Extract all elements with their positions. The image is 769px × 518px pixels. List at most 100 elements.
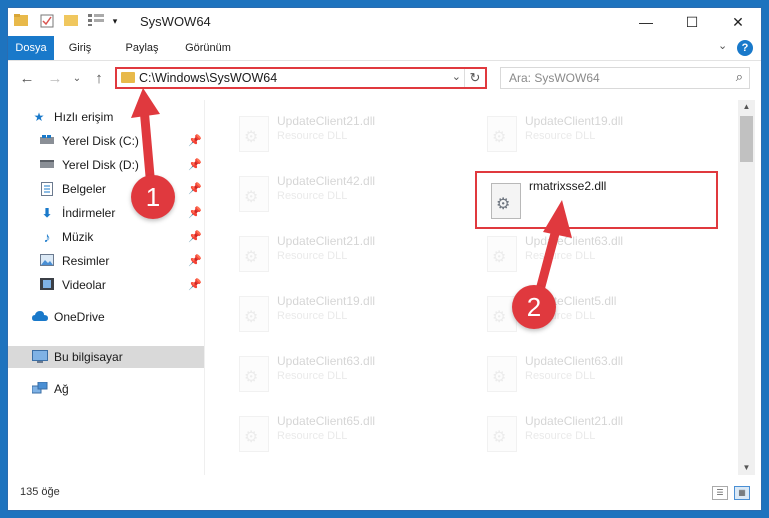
sidebar-item-network[interactable]: Ağ xyxy=(8,378,204,400)
pin-icon[interactable]: 📌 xyxy=(188,274,202,296)
vertical-scrollbar[interactable]: ▲ ▼ xyxy=(738,100,755,475)
title-bar: ▾ SysWOW64 — ☐ ✕ xyxy=(8,8,761,36)
pin-icon[interactable]: 📌 xyxy=(188,178,202,200)
file-description: Resource DLL xyxy=(525,130,596,142)
sidebar-item-music[interactable]: ♪ Müzik 📌 xyxy=(8,226,204,248)
cloud-icon xyxy=(32,310,48,324)
folder-icon xyxy=(14,14,28,28)
file-item[interactable]: ⚙ UpdateClient21.dll Resource DLL xyxy=(205,228,445,278)
file-item[interactable]: ⚙ UpdateClient63.dll Resource DLL xyxy=(205,348,445,398)
sidebar-item-this-pc[interactable]: Bu bilgisayar xyxy=(8,346,204,368)
sidebar-item-label: Belgeler xyxy=(62,182,107,196)
dll-file-icon: ⚙ xyxy=(239,296,269,332)
dll-file-icon: ⚙ xyxy=(487,236,517,272)
dll-file-icon: ⚙ xyxy=(239,236,269,272)
tab-view[interactable]: Görünüm xyxy=(180,36,236,60)
address-bar[interactable]: C:\Windows\SysWOW64 ⌄ ↻ xyxy=(115,67,487,89)
sidebar-item-label: Videolar xyxy=(62,278,106,292)
scroll-down-icon[interactable]: ▼ xyxy=(738,461,755,475)
pin-icon[interactable]: 📌 xyxy=(188,154,202,176)
search-input[interactable]: Ara: SysWOW64 ⌕ xyxy=(500,67,750,89)
pin-icon[interactable]: 📌 xyxy=(188,250,202,272)
file-description: Resource DLL xyxy=(277,250,348,262)
maximize-button[interactable]: ☐ xyxy=(669,8,715,36)
recent-locations-button[interactable]: ⌄ xyxy=(66,69,88,89)
tab-file[interactable]: Dosya xyxy=(8,36,54,60)
download-icon: ⬇ xyxy=(41,206,53,220)
dll-file-icon: ⚙ xyxy=(487,416,517,452)
file-name: UpdateClient19.dll xyxy=(277,294,376,308)
new-folder-icon[interactable] xyxy=(64,14,78,28)
sidebar-item-videos[interactable]: Videolar 📌 xyxy=(8,274,204,296)
dll-file-icon: ⚙ xyxy=(239,176,269,212)
computer-icon xyxy=(32,350,48,364)
customize-toolbar-icon[interactable]: ▾ xyxy=(108,14,122,28)
refresh-button[interactable]: ↻ xyxy=(464,69,485,87)
forward-button[interactable]: → xyxy=(44,69,66,89)
close-button[interactable]: ✕ xyxy=(715,8,761,36)
properties-icon[interactable] xyxy=(40,14,54,28)
sidebar-item-label: Müzik xyxy=(62,230,94,244)
sidebar-item-disk-d[interactable]: Yerel Disk (D:) 📌 xyxy=(8,154,204,176)
pin-icon[interactable]: 📌 xyxy=(188,130,202,152)
step-1-badge: 1 xyxy=(131,175,175,219)
details-view-icon[interactable]: ☰ xyxy=(712,486,728,500)
pictures-icon xyxy=(40,254,54,268)
file-description: Resource DLL xyxy=(277,430,348,442)
view-options-icon[interactable] xyxy=(88,14,104,28)
back-button[interactable]: ← xyxy=(16,69,38,89)
dll-file-icon: ⚙ xyxy=(239,116,269,152)
file-item[interactable]: ⚙ UpdateClient63.dll Resource DLL xyxy=(453,228,693,278)
file-item[interactable]: ⚙ UpdateClient63.dll Resource DLL xyxy=(453,348,693,398)
star-icon: ★ xyxy=(33,110,45,124)
sidebar-item-disk-c[interactable]: Yerel Disk (C:) 📌 xyxy=(8,130,204,152)
dll-file-icon: ⚙ xyxy=(487,116,517,152)
expand-ribbon-icon[interactable]: ⌄ xyxy=(718,39,727,52)
highlighted-file[interactable]: ⚙ rmatrixsse2.dll xyxy=(475,171,718,229)
file-item-rmatrixsse2[interactable]: ⚙ rmatrixsse2.dll xyxy=(457,175,697,225)
address-dropdown-icon[interactable]: ⌄ xyxy=(452,70,461,83)
file-item[interactable]: ⚙ UpdateClient21.dll Resource DLL xyxy=(205,108,445,158)
folder-icon xyxy=(121,72,135,83)
sidebar-item-onedrive[interactable]: OneDrive xyxy=(8,306,204,328)
file-item[interactable]: ⚙ UpdateClient65.dll Resource DLL xyxy=(205,408,445,458)
scrollbar-thumb[interactable] xyxy=(740,116,753,162)
file-name: UpdateClient63.dll xyxy=(277,354,376,368)
videos-icon xyxy=(40,278,54,292)
large-icons-view-icon[interactable]: ▦ xyxy=(734,486,750,500)
file-item[interactable]: ⚙ UpdateClient19.dll Resource DLL xyxy=(205,288,445,338)
file-item[interactable]: ⚙ UpdateClient21.dll Resource DLL xyxy=(453,408,693,458)
file-item[interactable]: ⚙ UpdateClient42.dll Resource DLL xyxy=(205,168,445,218)
file-description: Resource DLL xyxy=(277,190,348,202)
tab-home[interactable]: Giriş xyxy=(60,36,100,60)
sidebar-item-quick-access[interactable]: ★ Hızlı erişim xyxy=(8,106,204,128)
file-name: UpdateClient42.dll xyxy=(277,174,376,188)
up-button[interactable]: ↑ xyxy=(88,69,110,89)
file-item[interactable]: ⚙ UpdateClient19.dll Resource DLL xyxy=(453,108,693,158)
sidebar-item-pictures[interactable]: Resimler 📌 xyxy=(8,250,204,272)
sidebar-item-label: Ağ xyxy=(54,382,69,396)
drive-icon xyxy=(40,158,54,172)
sidebar-item-label: Resimler xyxy=(62,254,110,268)
file-list: ⚙ UpdateClient21.dll Resource DLL ⚙ Upda… xyxy=(205,100,735,475)
help-icon[interactable]: ? xyxy=(737,40,753,56)
file-description: Resource DLL xyxy=(277,130,348,142)
file-item[interactable]: ⚙ UpdateClient5.dll Resource DLL xyxy=(453,288,693,338)
window-title: SysWOW64 xyxy=(140,14,211,29)
file-description: Resource DLL xyxy=(525,430,596,442)
scroll-up-icon[interactable]: ▲ xyxy=(738,100,755,114)
address-path[interactable]: C:\Windows\SysWOW64 xyxy=(139,71,277,85)
item-count: 135 öğe xyxy=(20,486,60,498)
search-icon[interactable]: ⌕ xyxy=(736,69,743,85)
pin-icon[interactable]: 📌 xyxy=(188,226,202,248)
search-placeholder: Ara: SysWOW64 xyxy=(509,71,600,85)
sidebar-item-downloads[interactable]: ⬇ İndirmeler 📌 xyxy=(8,202,204,224)
file-name: UpdateClient63.dll xyxy=(525,234,624,248)
minimize-button[interactable]: — xyxy=(623,8,669,36)
file-description: Resource DLL xyxy=(525,250,596,262)
status-bar: 135 öğe ☰ ▦ xyxy=(8,482,761,504)
file-description: Resource DLL xyxy=(277,370,348,382)
pin-icon[interactable]: 📌 xyxy=(188,202,202,224)
file-description: Resource DLL xyxy=(277,310,348,322)
tab-share[interactable]: Paylaş xyxy=(120,36,164,60)
